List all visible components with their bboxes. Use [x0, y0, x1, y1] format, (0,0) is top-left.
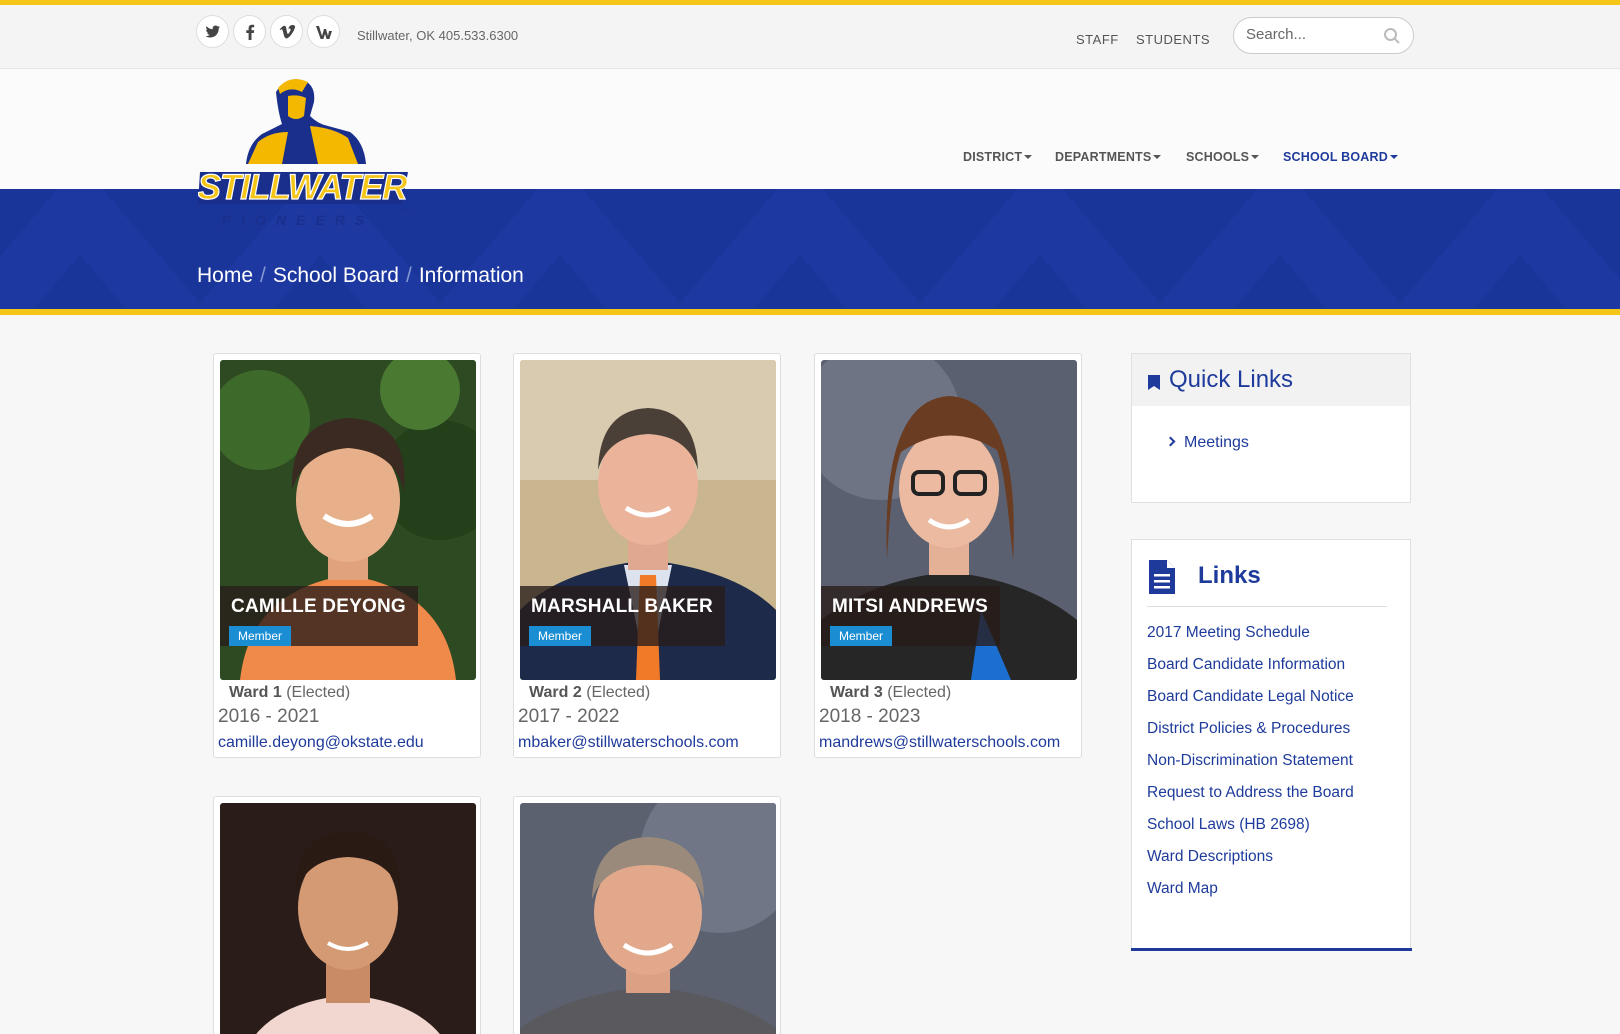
logo-subtext: PIONEERS: [222, 212, 374, 228]
link-school-laws[interactable]: School Laws (HB 2698): [1147, 816, 1310, 834]
links-panel-bottom-border: [1131, 948, 1412, 951]
facebook-icon[interactable]: [233, 15, 266, 48]
search-input[interactable]: [1246, 26, 1376, 43]
caret-down-icon: [1389, 154, 1398, 159]
breadcrumb-current: Information: [418, 264, 524, 287]
search-box: [1233, 17, 1414, 54]
member-ward-number: Ward 2: [529, 684, 582, 701]
link-ward-map[interactable]: Ward Map: [1147, 880, 1218, 898]
nav-district-label: DISTRICT: [963, 150, 1023, 164]
nav-schools[interactable]: SCHOOLS: [1186, 150, 1260, 164]
nav-departments[interactable]: DEPARTMENTS: [1055, 150, 1162, 164]
member-name-overlay: CAMILLE DEYONG Member: [220, 586, 418, 646]
member-name: CAMILLE DEYONG: [231, 596, 406, 617]
links-title: Links: [1198, 562, 1261, 589]
breadcrumb-separator: /: [405, 264, 412, 287]
member-ward-number: Ward 3: [830, 684, 883, 701]
member-card: CAMILLE DEYONG Member Ward 1 (Elected) 2…: [213, 353, 481, 758]
quick-links-title: Quick Links: [1169, 366, 1294, 393]
links-divider: [1147, 606, 1387, 607]
staff-link[interactable]: STAFF: [1076, 32, 1119, 47]
member-name-overlay: MITSI ANDREWS Member: [821, 586, 1001, 646]
member-ward: Ward 3 (Elected): [830, 684, 951, 702]
breadcrumb-home[interactable]: Home: [197, 264, 253, 287]
students-link[interactable]: STUDENTS: [1136, 32, 1210, 47]
member-name: MITSI ANDREWS: [832, 596, 989, 617]
quick-links-panel: Quick Links Meetings: [1131, 353, 1411, 503]
document-icon: [1149, 560, 1175, 594]
link-board-candidate-legal-notice[interactable]: Board Candidate Legal Notice: [1147, 688, 1354, 706]
caret-down-icon: [1251, 154, 1260, 159]
quick-link-label: Meetings: [1184, 434, 1249, 451]
breadcrumb: Home / School Board / Information: [197, 264, 524, 288]
link-district-policies[interactable]: District Policies & Procedures: [1147, 720, 1350, 738]
utility-bar: Stillwater, OK 405.533.6300 STAFF STUDEN…: [0, 5, 1620, 69]
search-icon[interactable]: [1383, 27, 1401, 45]
nav-district[interactable]: DISTRICT: [963, 150, 1033, 164]
nav-departments-label: DEPARTMENTS: [1055, 150, 1152, 164]
stillwater-pioneers-logo[interactable]: STILLWATER PIONEERS ™: [197, 72, 413, 232]
quick-links-header: Quick Links: [1132, 354, 1410, 406]
banner-accent-stripe: [0, 309, 1620, 315]
member-ward: Ward 2 (Elected): [529, 684, 650, 702]
bookmark-icon: [1148, 375, 1160, 390]
breadcrumb-separator: /: [260, 264, 266, 287]
peachjar-icon[interactable]: [307, 15, 340, 48]
member-ward-note: (Elected): [887, 684, 952, 701]
member-email-link[interactable]: camille.deyong@okstate.edu: [218, 734, 424, 752]
logo-trademark: ™: [402, 208, 409, 215]
link-request-to-address[interactable]: Request to Address the Board: [1147, 784, 1354, 802]
member-role-badge: Member: [229, 626, 292, 646]
member-name: MARSHALL BAKER: [531, 596, 713, 617]
member-name-overlay: MARSHALL BAKER Member: [520, 586, 725, 646]
member-ward-number: Ward 1: [229, 684, 282, 701]
nav-school-board-label: SCHOOL BOARD: [1283, 150, 1388, 164]
member-card: [213, 796, 481, 1034]
breadcrumb-school-board[interactable]: School Board: [273, 264, 399, 287]
link-board-candidate-information[interactable]: Board Candidate Information: [1147, 656, 1345, 674]
member-term: 2016 - 2021: [218, 706, 320, 727]
logo-wordmark: STILLWATER: [198, 168, 408, 207]
member-card: MARSHALL BAKER Member Ward 2 (Elected) 2…: [513, 353, 781, 758]
caret-down-icon: [1024, 154, 1033, 159]
link-ward-descriptions[interactable]: Ward Descriptions: [1147, 848, 1273, 866]
quick-link-meetings[interactable]: Meetings: [1165, 434, 1249, 452]
nav-schools-label: SCHOOLS: [1186, 150, 1250, 164]
link-2017-meeting-schedule[interactable]: 2017 Meeting Schedule: [1147, 624, 1310, 642]
member-email-link[interactable]: mbaker@stillwaterschools.com: [518, 734, 739, 752]
member-email-link[interactable]: mandrews@stillwaterschools.com: [819, 734, 1060, 752]
vimeo-icon[interactable]: [270, 15, 303, 48]
member-card: [513, 796, 781, 1034]
member-ward-note: (Elected): [586, 684, 651, 701]
member-role-badge: Member: [529, 626, 592, 646]
member-term: 2017 - 2022: [518, 706, 620, 727]
link-non-discrimination[interactable]: Non-Discrimination Statement: [1147, 752, 1353, 770]
nav-school-board[interactable]: SCHOOL BOARD: [1283, 150, 1398, 164]
member-ward: Ward 1 (Elected): [229, 684, 350, 702]
links-panel: Links 2017 Meeting Schedule Board Candid…: [1131, 539, 1412, 951]
member-photo: [520, 803, 776, 1034]
district-contact: Stillwater, OK 405.533.6300: [357, 28, 519, 43]
member-ward-note: (Elected): [286, 684, 351, 701]
twitter-icon[interactable]: [196, 15, 229, 48]
member-role-badge: Member: [830, 626, 893, 646]
member-photo: [220, 803, 476, 1034]
caret-down-icon: [1153, 154, 1162, 159]
member-card: MITSI ANDREWS Member Ward 3 (Elected) 20…: [814, 353, 1082, 758]
chevron-right-icon: [1165, 436, 1176, 447]
member-term: 2018 - 2023: [819, 706, 921, 727]
